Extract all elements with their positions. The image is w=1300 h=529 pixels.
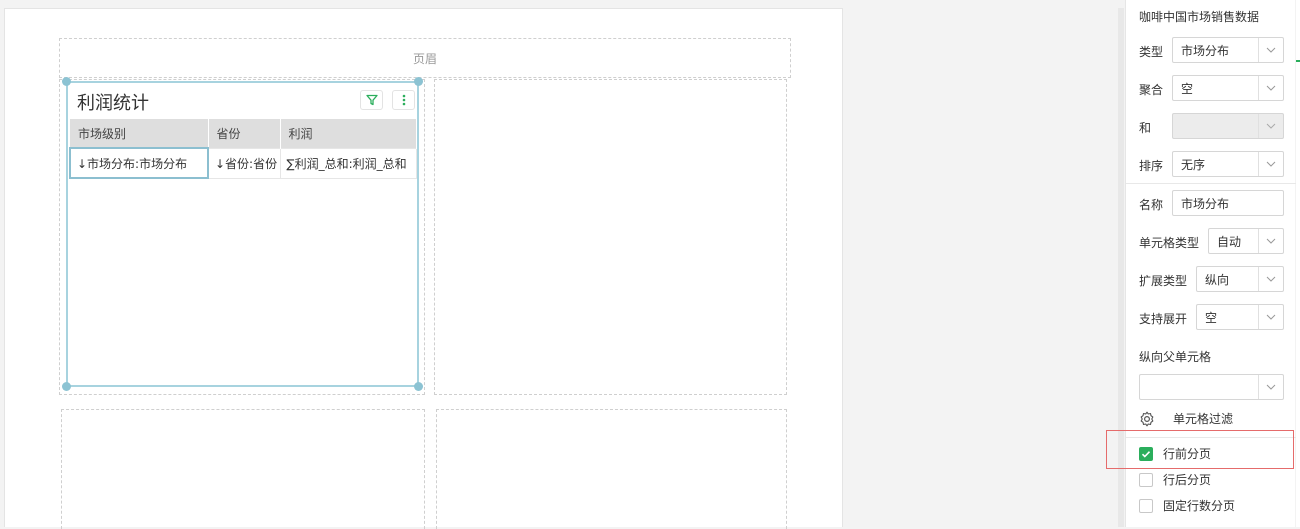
filter-icon bbox=[365, 94, 378, 106]
dataset-title: 咖啡中国市场销售数据 bbox=[1139, 10, 1260, 24]
page-break-after-row[interactable]: 行后分页 bbox=[1139, 471, 1211, 488]
table-cell-selected[interactable]: ↓市场分布:市场分布 bbox=[69, 147, 209, 179]
page-header-band[interactable]: 页眉 bbox=[59, 38, 791, 78]
page-break-after-checkbox[interactable] bbox=[1139, 472, 1153, 487]
more-vertical-icon bbox=[402, 94, 405, 106]
column-header[interactable]: 利润 bbox=[280, 119, 417, 148]
and-label: 和 bbox=[1139, 121, 1152, 135]
chevron-down-icon bbox=[1258, 152, 1283, 176]
name-label: 名称 bbox=[1139, 198, 1164, 212]
parent-cell-select[interactable] bbox=[1139, 374, 1284, 400]
aggregation-select-value: 空 bbox=[1181, 81, 1194, 96]
page-header-label: 页眉 bbox=[412, 51, 437, 66]
layout-slot[interactable] bbox=[436, 409, 787, 529]
name-input[interactable]: 市场分布 bbox=[1172, 190, 1284, 216]
parent-cell-label: 纵向父单元格 bbox=[1139, 350, 1212, 364]
chevron-down-icon bbox=[1258, 267, 1283, 291]
report-page: 页眉 利润统计 市场级别 省份 利润 ↓市场分布:市场分布 ↓省份:省份 ∑利润… bbox=[4, 8, 843, 529]
chevron-down-icon bbox=[1258, 38, 1283, 62]
accent-marker bbox=[1296, 60, 1300, 62]
page-break-after-label: 行后分页 bbox=[1163, 473, 1212, 487]
expand-type-select-value: 纵向 bbox=[1205, 272, 1230, 287]
chevron-down-icon bbox=[1258, 114, 1283, 138]
column-header[interactable]: 市场级别 bbox=[70, 119, 209, 148]
cell-filter-label: 单元格过滤 bbox=[1173, 412, 1234, 426]
type-select-value: 市场分布 bbox=[1181, 43, 1230, 58]
sort-select-value: 无序 bbox=[1181, 157, 1206, 172]
more-button[interactable] bbox=[392, 90, 415, 110]
resize-handle[interactable] bbox=[414, 382, 423, 391]
type-select[interactable]: 市场分布 bbox=[1172, 37, 1284, 63]
aggregation-label: 聚合 bbox=[1139, 83, 1164, 97]
widget-title: 利润统计 bbox=[77, 93, 149, 114]
type-label: 类型 bbox=[1139, 45, 1164, 59]
table-header-row: 市场级别 省份 利润 bbox=[70, 119, 417, 148]
report-designer: 页眉 利润统计 市场级别 省份 利润 ↓市场分布:市场分布 ↓省份:省份 ∑利润… bbox=[0, 0, 1300, 529]
table-widget[interactable]: 利润统计 市场级别 省份 利润 ↓市场分布:市场分布 ↓省份:省份 ∑利润_总和… bbox=[62, 77, 423, 391]
chevron-down-icon bbox=[1258, 229, 1283, 253]
chevron-down-icon bbox=[1258, 76, 1283, 100]
table-row: ↓市场分布:市场分布 ↓省份:省份 ∑利润_总和:利润_总和 bbox=[69, 147, 417, 179]
gear-icon bbox=[1139, 411, 1155, 427]
aggregation-select[interactable]: 空 bbox=[1172, 75, 1284, 101]
sort-select[interactable]: 无序 bbox=[1172, 151, 1284, 177]
table-cell[interactable]: ↓省份:省份 bbox=[207, 147, 281, 179]
support-expand-select[interactable]: 空 bbox=[1196, 304, 1284, 330]
resize-handle[interactable] bbox=[62, 382, 71, 391]
fixed-rows-page-break-row[interactable]: 固定行数分页 bbox=[1139, 497, 1235, 514]
chevron-down-icon bbox=[1258, 375, 1283, 399]
data-table: 市场级别 省份 利润 ↓市场分布:市场分布 ↓省份:省份 ∑利润_总和:利润_总… bbox=[69, 119, 417, 179]
column-header[interactable]: 省份 bbox=[208, 119, 281, 148]
name-input-value: 市场分布 bbox=[1181, 196, 1230, 211]
right-edge bbox=[1296, 0, 1300, 527]
section-divider bbox=[1126, 183, 1296, 184]
expand-type-label: 扩展类型 bbox=[1139, 274, 1188, 288]
expand-type-select[interactable]: 纵向 bbox=[1196, 266, 1284, 292]
annotation-highlight-box bbox=[1106, 430, 1294, 469]
fixed-rows-page-break-checkbox[interactable] bbox=[1139, 498, 1153, 513]
layout-slot[interactable] bbox=[61, 409, 425, 529]
support-expand-label: 支持展开 bbox=[1139, 312, 1188, 326]
chevron-down-icon bbox=[1258, 305, 1283, 329]
cell-type-select-value: 自动 bbox=[1217, 234, 1242, 249]
and-select[interactable] bbox=[1172, 113, 1284, 139]
resize-handle[interactable] bbox=[414, 77, 423, 86]
fixed-rows-page-break-label: 固定行数分页 bbox=[1163, 499, 1236, 513]
sort-label: 排序 bbox=[1139, 159, 1164, 173]
cell-filter-row[interactable]: 单元格过滤 bbox=[1139, 410, 1233, 427]
cell-type-select[interactable]: 自动 bbox=[1208, 228, 1284, 254]
filter-button[interactable] bbox=[360, 90, 383, 110]
resize-handle[interactable] bbox=[62, 77, 71, 86]
cell-type-label: 单元格类型 bbox=[1139, 236, 1200, 250]
layout-slot[interactable] bbox=[434, 79, 787, 395]
table-cell[interactable]: ∑利润_总和:利润_总和 bbox=[279, 147, 417, 179]
support-expand-select-value: 空 bbox=[1205, 310, 1218, 325]
